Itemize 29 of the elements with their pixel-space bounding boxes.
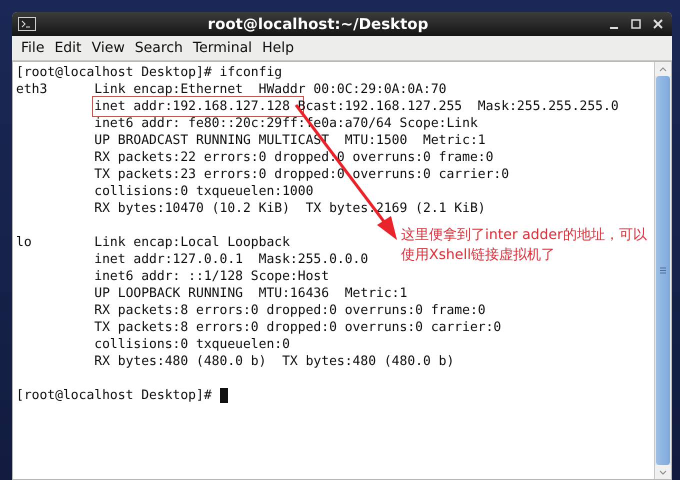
close-icon <box>653 19 663 29</box>
window-title: root@localhost:~/Desktop <box>206 15 430 33</box>
maximize-icon <box>631 19 641 29</box>
prompt: [root@localhost Desktop]# <box>16 387 213 404</box>
menu-item[interactable]: File <box>16 38 50 58</box>
menu-item[interactable]: Search <box>130 38 188 58</box>
menu-item[interactable]: Edit <box>49 38 87 58</box>
annotation-note: 这里便拿到了inter adder的地址，可以使用Xshell链接虚拟机了 <box>401 226 648 265</box>
terminal-line: collisions:0 txqueuelen:0 <box>93 336 290 353</box>
terminal-line: eth3 Link encap:Ethernet HWaddr 00:0C:29:0A:0A:70 <box>16 81 446 98</box>
terminal-line: [root@localhost Desktop]# ifconfig <box>16 64 282 81</box>
scroll-down-icon[interactable] <box>655 465 671 479</box>
terminal-line: RX packets:8 errors:0 dropped:0 overruns:0 frame:0 <box>93 302 486 319</box>
scrollbar[interactable] <box>654 62 671 479</box>
terminal-line: inet6 addr: ::1/128 Scope:Host <box>93 268 330 285</box>
terminal-icon <box>18 17 36 31</box>
terminal-line: TX packets:23 errors:0 dropped:0 overruns:0 carrier:0 <box>93 166 510 183</box>
terminal-line: collisions:0 txqueuelen:1000 <box>93 183 314 200</box>
terminal-line: RX bytes:480 (480.0 b) TX bytes:480 (480.0 b) <box>93 353 454 370</box>
terminal-line: inet addr:127.0.0.1 Mask:255.0.0.0 <box>93 251 368 268</box>
menu-item[interactable]: Help <box>257 38 299 58</box>
scroll-up-icon[interactable] <box>655 62 671 76</box>
minimize-icon <box>610 27 618 29</box>
terminal-line: lo Link encap:Local Loopback <box>16 234 290 251</box>
scrollbar-thumb[interactable] <box>656 76 670 465</box>
menu-item[interactable]: View <box>86 38 130 58</box>
menu-item[interactable]: Terminal <box>188 38 258 58</box>
terminal-line: UP LOOPBACK RUNNING MTU:16436 Metric:1 <box>93 285 408 302</box>
terminal-line: TX packets:8 errors:0 dropped:0 overruns:0 carrier:0 <box>93 319 502 336</box>
